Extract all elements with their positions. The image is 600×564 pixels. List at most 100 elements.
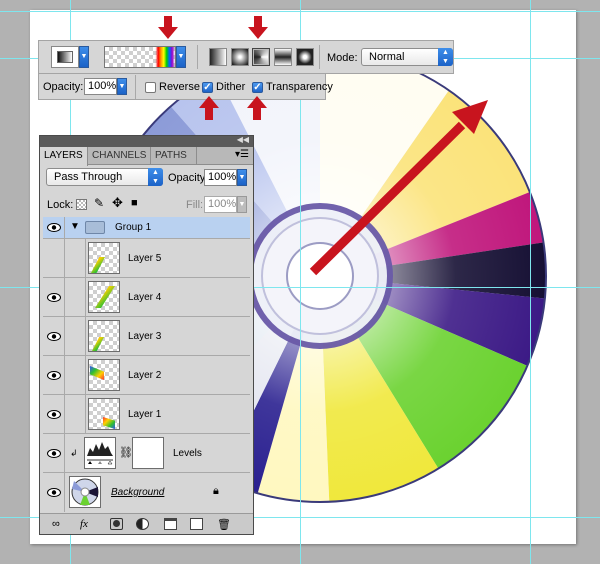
clipping-arrow-icon: ↲ [70,448,78,458]
indent-cell [66,395,86,434]
background-layer-row[interactable]: Background 🔒︎ [43,473,250,512]
reflected-gradient-icon[interactable] [274,48,292,66]
layer-row[interactable]: Layer 1 [43,395,250,434]
layer-name: Background [111,487,165,498]
disclosure-triangle-icon[interactable]: ▼ [70,221,80,232]
trash-icon[interactable]: 🗑︎ [217,518,231,531]
visibility-toggle[interactable] [43,217,65,238]
visibility-toggle[interactable] [43,434,65,472]
diamond-gradient-icon[interactable] [296,48,314,66]
eye-icon [47,223,61,232]
layer-thumbnail [88,320,120,352]
chain-link-icon[interactable]: ⛓ [119,446,133,459]
layer-name: Layer 1 [128,409,162,420]
mode-value: Normal [369,51,405,63]
fill-input[interactable]: 100% [204,196,237,213]
layers-panel: ◀◀ LAYERS CHANNELS PATHS ▾☰ Pass Through… [39,135,254,535]
eye-icon [47,488,61,497]
radial-gradient-icon[interactable] [231,48,249,66]
linear-gradient-icon[interactable] [209,48,227,66]
panel-menu-icon[interactable]: ▾☰ [235,149,249,160]
mode-label: Mode: [327,52,358,64]
layers-bottom-bar: ∞ fx 🗑︎ [40,513,253,534]
lock-all-icon[interactable]: ■ [131,197,138,209]
lock-image-pixels-icon[interactable]: ✎ [94,196,104,210]
layer-thumbnail [88,359,120,391]
folder-icon [85,221,105,234]
guide-vertical [530,0,531,564]
mode-select[interactable]: Normal ▲ ▼ [361,48,453,66]
fill-dropdown[interactable]: ▼ [237,196,247,213]
link-icon[interactable]: ∞ [52,518,65,530]
panel-title-bar[interactable]: ◀◀ [40,135,253,147]
layer-row[interactable]: Layer 3 [43,317,250,356]
opacity-dropdown[interactable]: ▼ [117,78,127,95]
lock-position-icon[interactable]: ✥ [112,195,123,211]
transparency-checkbox[interactable]: ✓ [252,82,263,93]
tab-layers[interactable]: LAYERS [40,147,88,166]
levels-adjustment-icon [84,437,116,469]
layer-row[interactable]: Layer 5 [43,239,250,278]
select-arrows-icon: ▲ ▼ [438,48,453,66]
opacity-value: 100% [88,80,117,92]
layer-mask-thumbnail[interactable] [132,437,164,469]
layer-opacity-value: 100% [208,171,237,183]
separator [197,45,198,69]
eye-icon [47,293,61,302]
layer-opacity-input[interactable]: 100% [204,169,237,186]
gradient-tool-icon [57,51,73,63]
indent-cell [66,317,86,356]
opacity-label: Opacity: [43,81,84,93]
transparency-label: Transparency [266,81,333,93]
layer-thumbnail [88,281,120,313]
group-name: Group 1 [115,222,152,233]
visibility-toggle[interactable] [43,356,65,394]
lock-icon: 🔒︎ [213,485,219,497]
adjustment-layer-row[interactable]: ↲ ⛓ Levels [43,434,250,473]
tab-channels[interactable]: CHANNELS [88,147,151,165]
gradient-picker-dropdown[interactable]: ▼ [176,46,186,68]
layer-opacity-label: Opacity: [168,172,209,184]
collapse-panel-icon[interactable]: ◀◀ [237,135,249,144]
visibility-toggle[interactable] [43,473,65,512]
angle-gradient-icon[interactable] [252,48,270,66]
dither-label: Dither [216,81,246,93]
fx-icon[interactable]: fx [80,518,93,530]
separator [319,45,320,69]
layer-row[interactable]: Layer 2 [43,356,250,395]
indent-cell [66,239,86,278]
tab-paths[interactable]: PATHS [151,147,197,165]
new-layer-icon[interactable] [190,518,203,530]
layer-row[interactable]: Layer 4 [43,278,250,317]
lock-transparent-pixels-icon[interactable] [76,199,87,210]
visibility-toggle[interactable] [43,317,65,355]
opacity-input[interactable]: 100% [84,78,117,95]
reverse-checkbox[interactable] [145,82,156,93]
tool-preset-picker[interactable] [51,46,79,68]
eye-icon [47,371,61,380]
layer-name: Layer 3 [128,331,162,342]
visibility-toggle[interactable] [43,278,65,316]
mask-icon[interactable] [110,518,123,530]
layer-thumbnail [88,398,120,430]
tool-preset-dropdown[interactable]: ▼ [79,46,89,68]
folder-icon[interactable] [164,518,177,530]
lock-label: Lock: [47,199,74,211]
visibility-toggle[interactable] [43,395,65,433]
layer-name: Layer 4 [128,292,162,303]
layer-row-group[interactable]: ▼ Group 1 [43,217,250,239]
fill-value: 100% [208,198,237,210]
gradient-options-bar-row2: Opacity: 100% ▼ Reverse ✓ Dither ✓ Trans… [38,74,333,100]
blend-mode-select[interactable]: Pass Through ▲ ▼ [46,168,163,186]
visibility-toggle[interactable] [43,239,65,277]
adjustment-icon[interactable] [136,518,149,530]
layer-opacity-dropdown[interactable]: ▼ [237,169,247,186]
eye-icon [47,449,61,458]
eye-icon [47,410,61,419]
gradient-swatch-editor[interactable] [104,46,176,68]
dither-checkbox[interactable]: ✓ [202,82,213,93]
panel-tabs: LAYERS CHANNELS PATHS ▾☰ [40,147,253,166]
select-arrows-icon: ▲ ▼ [148,168,163,186]
separator [135,75,136,99]
reverse-label: Reverse [159,81,200,93]
